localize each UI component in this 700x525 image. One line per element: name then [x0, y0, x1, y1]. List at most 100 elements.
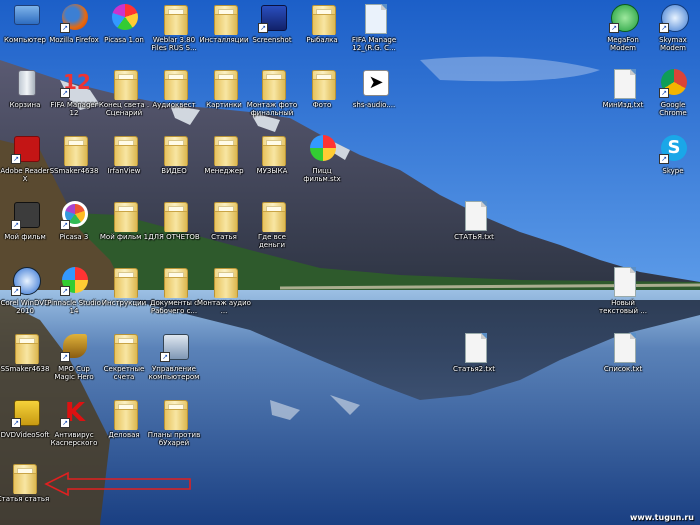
pictures-folder-desktop-icon[interactable]: Картинки [197, 68, 251, 109]
irfanview-folder-desktop-icon[interactable]: IrfanView [97, 134, 151, 175]
weblar-folder-desktop-icon[interactable]: Weblar 3.80 Files RUS S... [147, 3, 201, 52]
text-file-icon [606, 266, 640, 297]
dvdvideosoft-desktop-icon[interactable]: ↗ DVDVideoSoft [0, 398, 52, 439]
folder-icon [157, 68, 191, 100]
red-arrow-annotation [44, 471, 191, 497]
screenshot-icon: ↗ [255, 3, 289, 33]
picasa-icon [107, 3, 141, 33]
picasa-desktop-icon[interactable]: Picasa 1.on [97, 3, 151, 44]
folder-icon [157, 134, 191, 166]
picasa3-desktop-icon[interactable]: ↗ Picasa 3 [47, 200, 101, 241]
folder-icon [157, 266, 191, 298]
fifa-manager-desktop-icon[interactable]: 12 ↗ FIFA Manager 12 [47, 68, 101, 117]
google-chrome-desktop-icon[interactable]: ↗ Google Chrome [646, 68, 700, 117]
my-film-1-folder-desktop-icon[interactable]: Мой фильм 1 [97, 200, 151, 241]
instrukcii-folder-desktop-icon[interactable]: Инструкции [97, 266, 151, 307]
folder-icon [157, 398, 191, 430]
minizd-txt-desktop-icon[interactable]: МинИзд.txt [596, 68, 650, 109]
dragon-icon: ↗ [57, 332, 91, 362]
picasa-icon: ↗ [57, 200, 91, 230]
folder-icon [207, 134, 241, 166]
watermark-text: www.tugun.ru [629, 513, 694, 522]
montazh-foto-folder-desktop-icon[interactable]: Монтаж фото финальный [245, 68, 299, 117]
new-text-file-desktop-icon[interactable]: Новый текстовый ... [596, 266, 650, 315]
windvd-icon: ↗ [8, 266, 42, 296]
folder-icon [305, 3, 339, 35]
skymax-modem-desktop-icon[interactable]: ↗ Skymax Modem [646, 3, 700, 52]
pinwheel-icon: ↗ [57, 266, 91, 296]
folder-icon [107, 266, 141, 298]
recycle-bin-icon [8, 68, 42, 98]
music-folder-desktop-icon[interactable]: МУЗЫКА [245, 134, 299, 175]
pinnacle-studio-desktop-icon[interactable]: ↗ Pinnacle Studio 14 [47, 266, 101, 315]
chrome-icon: ↗ [656, 68, 690, 98]
firefox-desktop-icon[interactable]: ↗ Mozilla Firefox [47, 3, 101, 44]
fishing-folder-desktop-icon[interactable]: Рыбалка [295, 3, 349, 44]
statya-folder-desktop-icon[interactable]: Статья статья [0, 462, 50, 503]
magic-hero-desktop-icon[interactable]: ↗ MPO Cup Magic Hero [47, 332, 101, 381]
pinnacle-film-desktop-icon[interactable]: Пицц фильм.stx [295, 134, 349, 183]
statya2-txt-desktop-icon[interactable]: Статья2.txt [447, 332, 501, 373]
folder-icon [255, 200, 289, 232]
folder-icon [107, 332, 141, 364]
folder-icon [8, 332, 42, 364]
skymax-icon: ↗ [656, 3, 690, 33]
folder-icon [207, 68, 241, 100]
delovaya-folder-desktop-icon[interactable]: Деловая [97, 398, 151, 439]
folder-icon [107, 200, 141, 232]
megafon-modem-desktop-icon[interactable]: ↗ MegaFon Modem [596, 3, 650, 52]
folder-icon [255, 134, 289, 166]
folder-icon [255, 68, 289, 100]
computer-icon [8, 3, 42, 33]
skype-desktop-icon[interactable]: S ↗ Skype [646, 134, 700, 175]
ssmaker-folder-2-desktop-icon[interactable]: SSmaker4638 [0, 332, 52, 373]
gde-dengi-folder-desktop-icon[interactable]: Где все деньги [245, 200, 299, 249]
montazh-audio-folder-desktop-icon[interactable]: Монтаж аудио ... [197, 266, 251, 315]
acrobat-icon: ↗ [8, 134, 42, 164]
kaspersky-icon: K ↗ [57, 398, 91, 428]
pinwheel-icon [305, 134, 339, 164]
fifa-icon: 12 ↗ [57, 68, 91, 98]
corel-windvd-desktop-icon[interactable]: ↗ Corel WinDVD 2010 [0, 266, 52, 315]
sekretnye-scheta-folder-desktop-icon[interactable]: Секретные счета [97, 332, 151, 381]
folder-icon [207, 266, 241, 298]
text-file-icon [457, 200, 491, 231]
spisok-txt-desktop-icon[interactable]: Список.txt [596, 332, 650, 373]
megafon-icon: ↗ [606, 3, 640, 33]
statya-txt-desktop-icon[interactable]: СТАТЬЯ.txt [447, 200, 501, 241]
adobe-reader-desktop-icon[interactable]: ↗ Adobe Reader X [0, 134, 52, 183]
kaspersky-desktop-icon[interactable]: K ↗ Антивирус Касперского [47, 398, 101, 447]
shs-audio-desktop-icon[interactable]: ➤ shs-audio.... [347, 68, 401, 109]
documents-folder-desktop-icon[interactable]: Документы с Рабочего с... [147, 266, 201, 315]
text-file-icon [606, 68, 640, 99]
fifa-manager-file-desktop-icon[interactable]: FIFA Manage 12_(R.G. C... [347, 3, 401, 52]
folder-icon [57, 134, 91, 166]
computer-management-desktop-icon[interactable]: ↗ Управление компьютером [147, 332, 201, 381]
skype-icon: S ↗ [656, 134, 690, 164]
audioquest-folder-desktop-icon[interactable]: Аудиоквест [147, 68, 201, 109]
folder-icon [207, 200, 241, 232]
statya-dir-desktop-icon[interactable]: Статья [197, 200, 251, 241]
folder-icon [305, 68, 339, 100]
installations-folder-desktop-icon[interactable]: Инсталляции [197, 3, 251, 44]
folder-icon [6, 462, 40, 494]
film-icon: ↗ [8, 200, 42, 230]
cursor-icon: ➤ [357, 68, 391, 98]
folder-icon [107, 134, 141, 166]
manager-folder-desktop-icon[interactable]: Менеджер [197, 134, 251, 175]
my-film-desktop-icon[interactable]: ↗ Мой фильм [0, 200, 52, 241]
dlya-otchetov-folder-desktop-icon[interactable]: ДЛЯ ОТЧЕТОВ [147, 200, 201, 241]
plany-folder-desktop-icon[interactable]: Планы против бУхарей [147, 398, 201, 447]
konec-sveta-folder-desktop-icon[interactable]: Конец света . Сценарий [97, 68, 151, 117]
recycle-bin-desktop-icon[interactable]: Корзина [0, 68, 52, 109]
screenshot-desktop-icon[interactable]: ↗ Screenshot [245, 3, 299, 44]
text-file-icon [606, 332, 640, 363]
folder-icon [107, 398, 141, 430]
folder-icon [157, 3, 191, 35]
folder-icon [207, 3, 241, 35]
video-folder-desktop-icon[interactable]: ВИДЕО [147, 134, 201, 175]
ssmaker-folder-desktop-icon[interactable]: SSmaker4638 [47, 134, 101, 175]
foto-folder-desktop-icon[interactable]: Фото [295, 68, 349, 109]
manage-icon: ↗ [157, 332, 191, 362]
computer-desktop-icon[interactable]: Компьютер [0, 3, 52, 44]
